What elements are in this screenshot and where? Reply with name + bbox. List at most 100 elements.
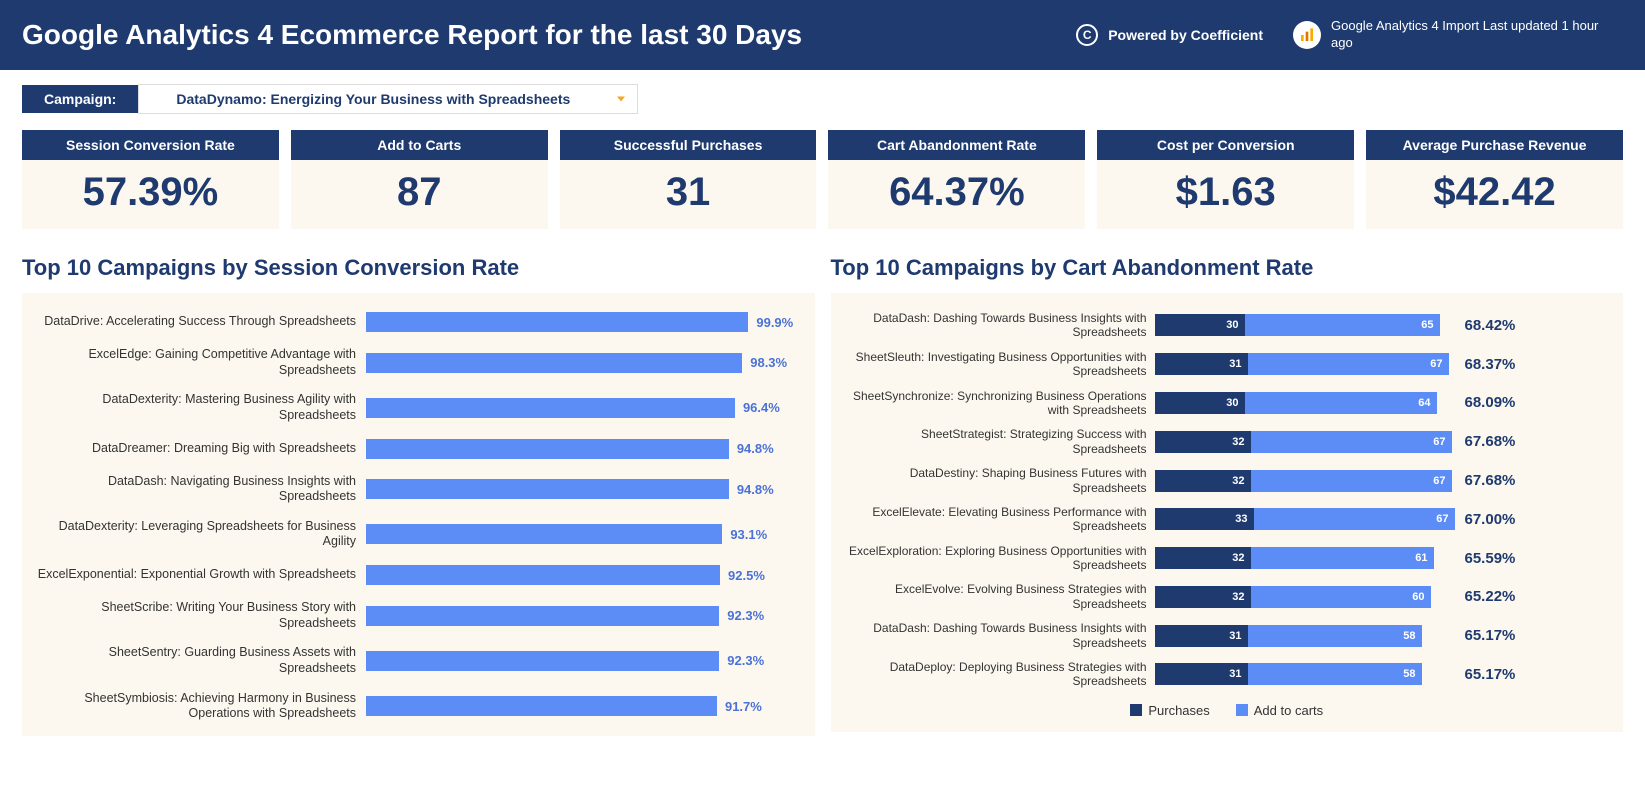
chart-row: DataDash: Dashing Towards Business Insig… <box>845 311 1610 340</box>
chart-segment-purchases: 32 <box>1155 586 1251 608</box>
chart-value-label: 68.37% <box>1465 356 1516 373</box>
chart-segment-purchases: 30 <box>1155 314 1245 336</box>
coefficient-icon: C <box>1076 24 1098 46</box>
chart-row: DataDeploy: Deploying Business Strategie… <box>845 660 1610 689</box>
kpi-label: Add to Carts <box>291 130 548 160</box>
kpi-card: Average Purchase Revenue$42.42 <box>1366 130 1623 229</box>
chart-segment-addtocarts: 60 <box>1251 586 1431 608</box>
filter-row: Campaign: DataDynamo: Energizing Your Bu… <box>0 70 1645 120</box>
chart-segment-addtocarts: 64 <box>1245 392 1437 414</box>
chart-bar: 91.7% <box>366 695 801 717</box>
chart-segment-purchases: 31 <box>1155 663 1248 685</box>
chart-row: DataDash: Dashing Towards Business Insig… <box>845 621 1610 650</box>
chart-value-label: 94.8% <box>737 482 774 497</box>
chart-value-label: 93.1% <box>730 527 767 542</box>
powered-by-label: Powered by Coefficient <box>1108 27 1263 43</box>
chart-legend: PurchasesAdd to carts <box>845 703 1610 718</box>
chart-value-label: 91.7% <box>725 699 762 714</box>
chart-segment-purchases: 32 <box>1155 431 1251 453</box>
chart-value-label: 67.68% <box>1465 433 1516 450</box>
chart-row: SheetSentry: Guarding Business Assets wi… <box>36 645 801 676</box>
chart-value-label: 65.17% <box>1465 627 1516 644</box>
chart-bar: 92.3% <box>366 650 801 672</box>
import-status: Google Analytics 4 Import Last updated 1… <box>1293 18 1623 52</box>
kpi-value: $42.42 <box>1366 160 1623 229</box>
chart-body-left: DataDrive: Accelerating Success Through … <box>22 293 815 736</box>
chart-value-label: 92.3% <box>727 653 764 668</box>
chart-row: DataDestiny: Shaping Business Futures wi… <box>845 466 1610 495</box>
chart-bar: 93.1% <box>366 523 801 545</box>
chart-row-label: ExcelEdge: Gaining Competitive Advantage… <box>36 347 366 378</box>
chart-bar: 3260 <box>1155 586 1455 608</box>
chart-bar: 96.4% <box>366 397 801 419</box>
kpi-label: Cart Abandonment Rate <box>828 130 1085 160</box>
chart-segment-addtocarts: 65 <box>1245 314 1440 336</box>
chart-row-label: DataDrive: Accelerating Success Through … <box>36 314 366 330</box>
chart-bar: 3158 <box>1155 625 1455 647</box>
chart-bar: 94.8% <box>366 478 801 500</box>
chart-segment-addtocarts: 58 <box>1248 663 1422 685</box>
kpi-value: 87 <box>291 160 548 229</box>
chart-value-label: 68.09% <box>1465 394 1516 411</box>
chart-value-label: 92.5% <box>728 568 765 583</box>
import-status-text: Google Analytics 4 Import Last updated 1… <box>1331 18 1623 52</box>
chart-bar: 3267 <box>1155 431 1455 453</box>
chart-row-label: SheetStrategist: Strategizing Success wi… <box>845 427 1155 456</box>
chart-row-label: SheetSymbiosis: Achieving Harmony in Bus… <box>36 691 366 722</box>
kpi-card: Add to Carts87 <box>291 130 548 229</box>
chart-row: SheetSymbiosis: Achieving Harmony in Bus… <box>36 691 801 722</box>
campaign-filter-label: Campaign: <box>22 85 138 113</box>
chart-row: DataDreamer: Dreaming Big with Spreadshe… <box>36 438 801 460</box>
chart-row: SheetStrategist: Strategizing Success wi… <box>845 427 1610 456</box>
chart-segment-purchases: 33 <box>1155 508 1254 530</box>
chart-body-right: DataDash: Dashing Towards Business Insig… <box>831 293 1624 732</box>
chart-bar: 3367 <box>1155 508 1455 530</box>
kpi-value: 57.39% <box>22 160 279 229</box>
chart-row-label: ExcelExploration: Exploring Business Opp… <box>845 544 1155 573</box>
chart-row-label: DataDreamer: Dreaming Big with Spreadshe… <box>36 441 366 457</box>
kpi-label: Successful Purchases <box>560 130 817 160</box>
chart-row: DataDexterity: Mastering Business Agilit… <box>36 392 801 423</box>
campaign-filter-dropdown[interactable]: DataDynamo: Energizing Your Business wit… <box>138 84 638 114</box>
chart-value-label: 99.9% <box>756 315 793 330</box>
chart-title-right: Top 10 Campaigns by Cart Abandonment Rat… <box>831 249 1624 293</box>
chart-segment-purchases: 31 <box>1155 353 1248 375</box>
chart-value-label: 94.8% <box>737 441 774 456</box>
chart-value-label: 65.22% <box>1465 588 1516 605</box>
chart-row-label: DataDash: Navigating Business Insights w… <box>36 474 366 505</box>
chart-row-label: ExcelExponential: Exponential Growth wit… <box>36 567 366 583</box>
kpi-card: Successful Purchases31 <box>560 130 817 229</box>
page-header: Google Analytics 4 Ecommerce Report for … <box>0 0 1645 70</box>
chart-bar: 3158 <box>1155 663 1455 685</box>
chart-row-label: DataDexterity: Mastering Business Agilit… <box>36 392 366 423</box>
chart-row: ExcelEdge: Gaining Competitive Advantage… <box>36 347 801 378</box>
chart-value-label: 67.00% <box>1465 511 1516 528</box>
chart-row-label: SheetSynchronize: Synchronizing Business… <box>845 389 1155 418</box>
chart-row-label: ExcelElevate: Elevating Business Perform… <box>845 505 1155 534</box>
chart-value-label: 98.3% <box>750 355 787 370</box>
chart-segment-addtocarts: 67 <box>1251 431 1452 453</box>
chart-segment-purchases: 30 <box>1155 392 1245 414</box>
ga-icon <box>1293 21 1321 49</box>
legend-item-purchases: Purchases <box>1130 703 1209 718</box>
chart-bar: 92.5% <box>366 564 801 586</box>
chart-row: SheetScribe: Writing Your Business Story… <box>36 600 801 631</box>
chart-row-label: DataDash: Dashing Towards Business Insig… <box>845 311 1155 340</box>
chart-value-label: 92.3% <box>727 608 764 623</box>
chart-bar: 92.3% <box>366 605 801 627</box>
chart-value-label: 65.59% <box>1465 550 1516 567</box>
chart-row: ExcelExponential: Exponential Growth wit… <box>36 564 801 586</box>
chart-row: DataDrive: Accelerating Success Through … <box>36 311 801 333</box>
chart-row: DataDash: Navigating Business Insights w… <box>36 474 801 505</box>
chart-bar: 3261 <box>1155 547 1455 569</box>
chart-row-label: DataDestiny: Shaping Business Futures wi… <box>845 466 1155 495</box>
chart-bar: 3167 <box>1155 353 1455 375</box>
chart-row: ExcelElevate: Elevating Business Perform… <box>845 505 1610 534</box>
chart-row-label: SheetScribe: Writing Your Business Story… <box>36 600 366 631</box>
chart-bar: 3065 <box>1155 314 1455 336</box>
chart-row-label: DataDeploy: Deploying Business Strategie… <box>845 660 1155 689</box>
chart-bar: 94.8% <box>366 438 801 460</box>
chart-value-label: 67.68% <box>1465 472 1516 489</box>
chart-conversion-rate: Top 10 Campaigns by Session Conversion R… <box>22 249 815 736</box>
chart-title-left: Top 10 Campaigns by Session Conversion R… <box>22 249 815 293</box>
